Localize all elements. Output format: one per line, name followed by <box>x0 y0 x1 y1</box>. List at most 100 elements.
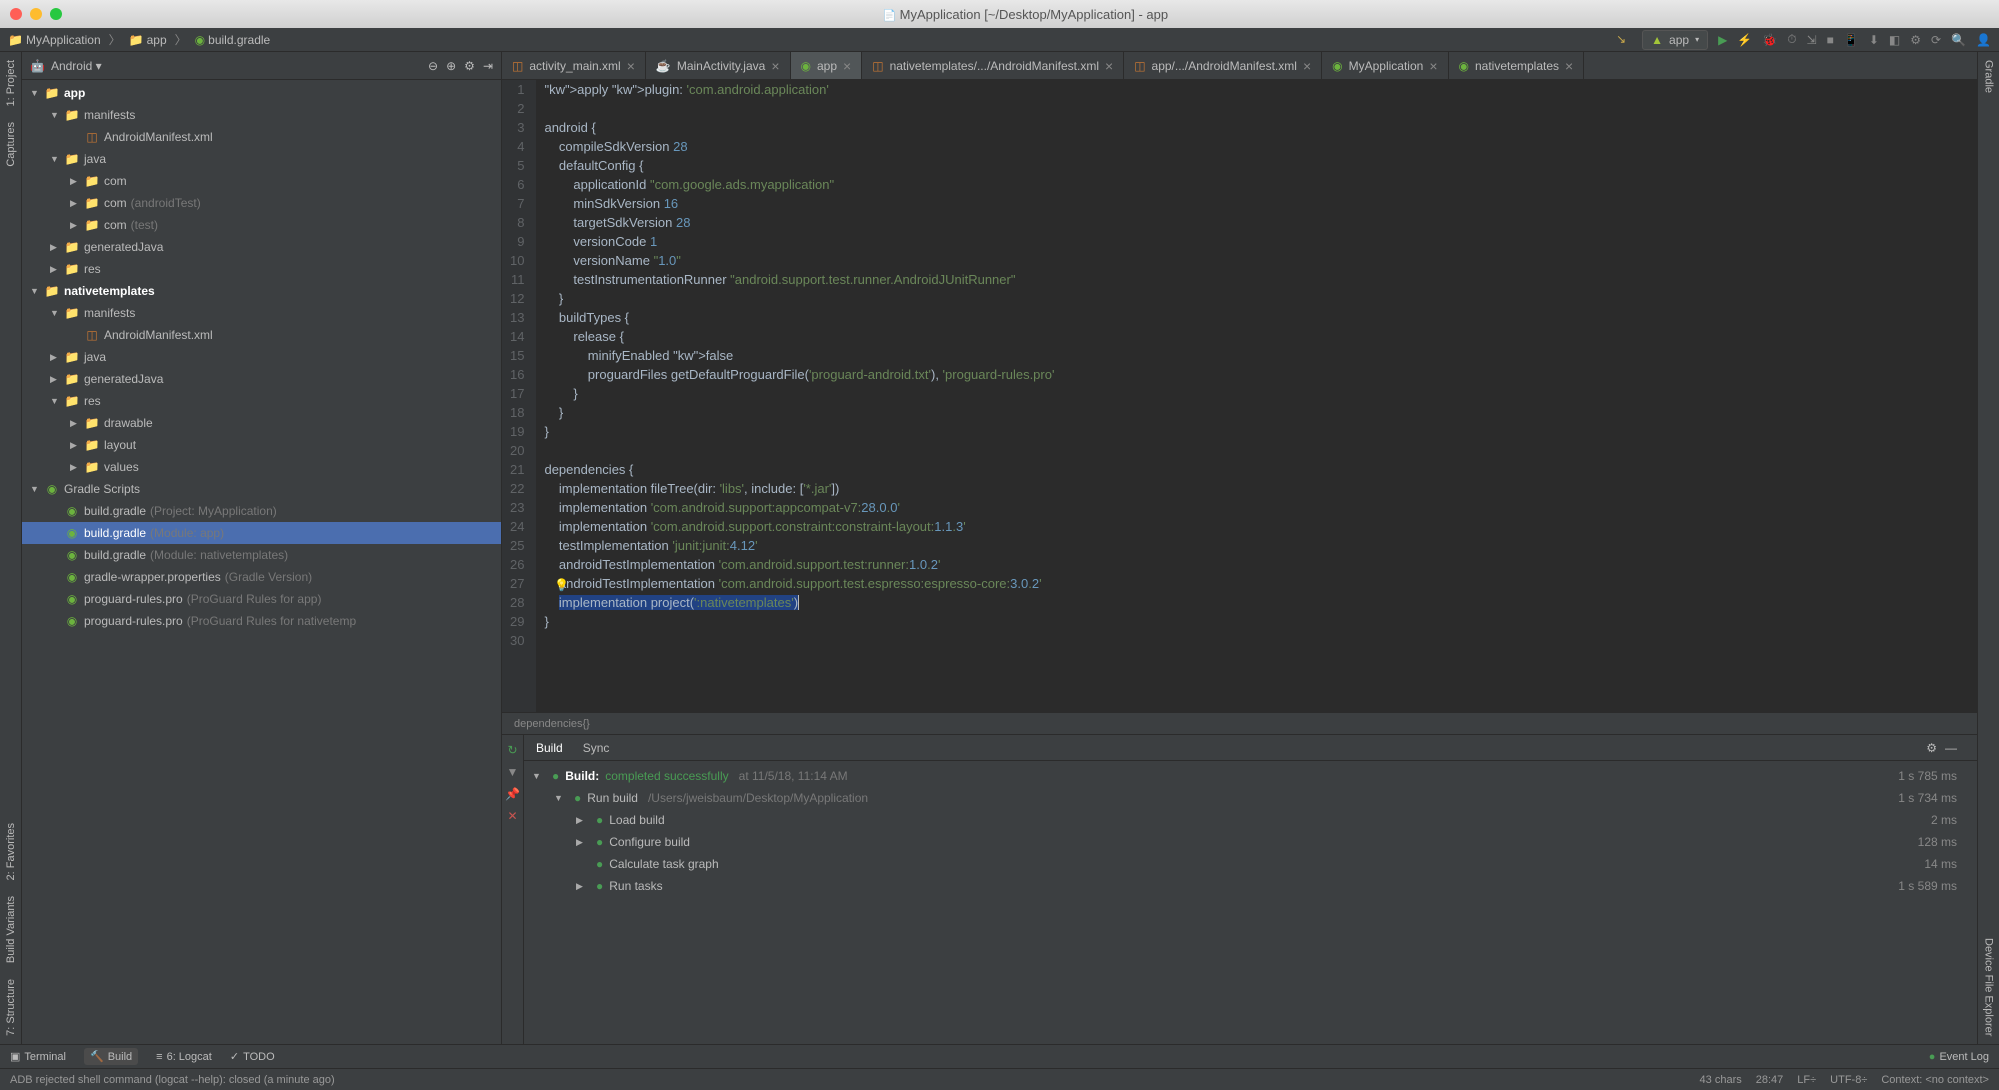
tree-node[interactable]: ▼◉Gradle Scripts <box>22 478 501 500</box>
avd-manager-icon[interactable]: 📱 <box>1844 33 1859 47</box>
run-icon[interactable]: ▶ <box>1718 33 1727 47</box>
tree-node[interactable]: ◉build.gradle(Module: app) <box>22 522 501 544</box>
build-tree-row[interactable]: ▼●Run build /Users/jweisbaum/Desktop/MyA… <box>532 787 1969 809</box>
tree-node[interactable]: ▼📁manifests <box>22 104 501 126</box>
build-tree-row[interactable]: ▼●Build: completed successfully at 11/5/… <box>532 765 1969 787</box>
tree-node[interactable]: ▶📁drawable <box>22 412 501 434</box>
profile-icon[interactable]: 👤 <box>1976 33 1991 47</box>
gear-icon[interactable]: ⚙ <box>1926 741 1937 755</box>
tree-node[interactable]: ◉proguard-rules.pro(ProGuard Rules for n… <box>22 610 501 632</box>
project-structure-icon[interactable]: ⚙ <box>1910 33 1921 47</box>
apply-changes-icon[interactable]: ⚡ <box>1737 33 1752 47</box>
favorites-tool-tab[interactable]: 2: Favorites <box>3 815 19 888</box>
tree-node[interactable]: ▶📁com <box>22 170 501 192</box>
intention-bulb-icon[interactable]: 💡 <box>554 576 569 595</box>
tree-node[interactable]: ▶📁generatedJava <box>22 368 501 390</box>
build-tree-row[interactable]: ▶●Load build2 ms <box>532 809 1969 831</box>
tree-node[interactable]: ▼📁java <box>22 148 501 170</box>
logcat-tool-tab[interactable]: ≡6: Logcat <box>156 1051 212 1063</box>
editor-tab[interactable]: ◫activity_main.xml× <box>502 52 646 79</box>
build-tree-row[interactable]: ▶●Run tasks1 s 589 ms <box>532 875 1969 897</box>
build-tab[interactable]: Build <box>536 741 563 755</box>
tree-node[interactable]: ◉gradle-wrapper.properties(Gradle Versio… <box>22 566 501 588</box>
breadcrumb-item[interactable]: 📁MyApplication <box>8 33 101 47</box>
close-tab-icon[interactable]: × <box>1105 58 1113 74</box>
tree-node[interactable]: ◫AndroidManifest.xml <box>22 126 501 148</box>
run-configuration-selector[interactable]: ▲app <box>1642 30 1708 50</box>
tree-node[interactable]: ▼📁res <box>22 390 501 412</box>
tree-node[interactable]: ▶📁layout <box>22 434 501 456</box>
tree-node[interactable]: ▶📁res <box>22 258 501 280</box>
close-tab-icon[interactable]: × <box>627 58 635 74</box>
code-content[interactable]: "kw">apply "kw">plugin: 'com.android.app… <box>536 80 1054 712</box>
device-explorer-tool-tab[interactable]: Device File Explorer <box>1981 930 1997 1044</box>
profiler-icon[interactable]: ⏱ <box>1787 32 1796 47</box>
window-minimize-icon[interactable] <box>30 8 42 20</box>
event-log-tab[interactable]: ●Event Log <box>1929 1051 1989 1063</box>
sync-tab[interactable]: Sync <box>583 741 610 755</box>
status-encoding[interactable]: UTF-8÷ <box>1830 1074 1867 1086</box>
structure-tool-tab[interactable]: 7: Structure <box>3 971 19 1044</box>
gear-icon[interactable]: ⚙ <box>464 59 475 73</box>
tree-node[interactable]: ▼📁nativetemplates <box>22 280 501 302</box>
tree-node[interactable]: ◉proguard-rules.pro(ProGuard Rules for a… <box>22 588 501 610</box>
close-icon[interactable]: ✕ <box>507 809 517 823</box>
search-icon[interactable]: 🔍 <box>1951 33 1966 47</box>
project-tree[interactable]: ▼📁app▼📁manifests◫AndroidManifest.xml▼📁ja… <box>22 80 501 1044</box>
editor-tab[interactable]: ◉app× <box>791 52 863 79</box>
project-tool-tab[interactable]: 1: Project <box>3 52 19 114</box>
build-tree-row[interactable]: ●Calculate task graph14 ms <box>532 853 1969 875</box>
rerun-icon[interactable]: ↻ <box>507 743 517 757</box>
pin-icon[interactable]: 📌 <box>505 787 520 801</box>
build-output-tree[interactable]: ▼●Build: completed successfully at 11/5/… <box>524 761 1977 1044</box>
breadcrumb-item[interactable]: 📁app <box>129 33 167 47</box>
gradle-tool-tab[interactable]: Gradle <box>1981 52 1997 101</box>
filter-icon[interactable]: ▼ <box>507 765 519 779</box>
tree-node[interactable]: ▶📁generatedJava <box>22 236 501 258</box>
todo-tool-tab[interactable]: ✓TODO <box>230 1050 275 1063</box>
close-tab-icon[interactable]: × <box>1429 58 1437 74</box>
captures-tool-tab[interactable]: Captures <box>3 114 19 175</box>
collapse-all-icon[interactable]: ⊖ <box>428 59 438 73</box>
debug-icon[interactable]: 🐞 <box>1762 33 1777 47</box>
editor[interactable]: 1234567891011121314151617181920212223242… <box>502 80 1977 712</box>
window-close-icon[interactable] <box>10 8 22 20</box>
breadcrumb-item[interactable]: ◉build.gradle <box>195 33 271 47</box>
tree-node[interactable]: ▶📁com(androidTest) <box>22 192 501 214</box>
tree-node[interactable]: ▶📁com(test) <box>22 214 501 236</box>
editor-tab[interactable]: ◫nativetemplates/.../AndroidManifest.xml… <box>862 52 1124 79</box>
tree-node[interactable]: ▶📁values <box>22 456 501 478</box>
select-opened-icon[interactable]: ⊕ <box>446 59 456 73</box>
tree-node[interactable]: ◉build.gradle(Project: MyApplication) <box>22 500 501 522</box>
editor-tab[interactable]: ◉nativetemplates× <box>1449 52 1585 79</box>
status-context[interactable]: Context: <no context> <box>1881 1074 1989 1086</box>
window-maximize-icon[interactable] <box>50 8 62 20</box>
build-tree-row[interactable]: ▶●Configure build128 ms <box>532 831 1969 853</box>
terminal-tool-tab[interactable]: ▣Terminal <box>10 1050 66 1063</box>
status-caret[interactable]: 28:47 <box>1756 1074 1784 1086</box>
status-line-sep[interactable]: LF÷ <box>1797 1074 1816 1086</box>
close-tab-icon[interactable]: × <box>843 58 851 74</box>
sync-gradle-icon[interactable]: ⟳ <box>1931 33 1941 47</box>
tree-node[interactable]: ▼📁app <box>22 82 501 104</box>
stop-icon[interactable]: ■ <box>1827 33 1834 47</box>
editor-tab[interactable]: ◉MyApplication× <box>1322 52 1448 79</box>
project-view-selector[interactable]: Android ▾ <box>51 59 102 73</box>
tree-node[interactable]: ▶📁java <box>22 346 501 368</box>
attach-debugger-icon[interactable]: ⇲ <box>1807 33 1817 47</box>
build-variants-tool-tab[interactable]: Build Variants <box>3 888 19 971</box>
editor-tab[interactable]: ◫app/.../AndroidManifest.xml× <box>1124 52 1322 79</box>
editor-tab[interactable]: ☕MainActivity.java× <box>646 52 791 79</box>
close-tab-icon[interactable]: × <box>1565 58 1573 74</box>
tree-node[interactable]: ◫AndroidManifest.xml <box>22 324 501 346</box>
tree-node[interactable]: ◉build.gradle(Module: nativetemplates) <box>22 544 501 566</box>
sync-icon[interactable]: ↘ <box>1616 32 1632 48</box>
hide-icon[interactable]: ⇥ <box>483 59 493 73</box>
close-tab-icon[interactable]: × <box>771 58 779 74</box>
layout-inspector-icon[interactable]: ◧ <box>1889 33 1900 47</box>
sdk-manager-icon[interactable]: ⬇ <box>1869 33 1879 47</box>
close-tab-icon[interactable]: × <box>1303 58 1311 74</box>
tree-node[interactable]: ▼📁manifests <box>22 302 501 324</box>
hide-icon[interactable]: — <box>1945 741 1957 755</box>
build-tool-tab[interactable]: 🔨Build <box>84 1048 138 1065</box>
